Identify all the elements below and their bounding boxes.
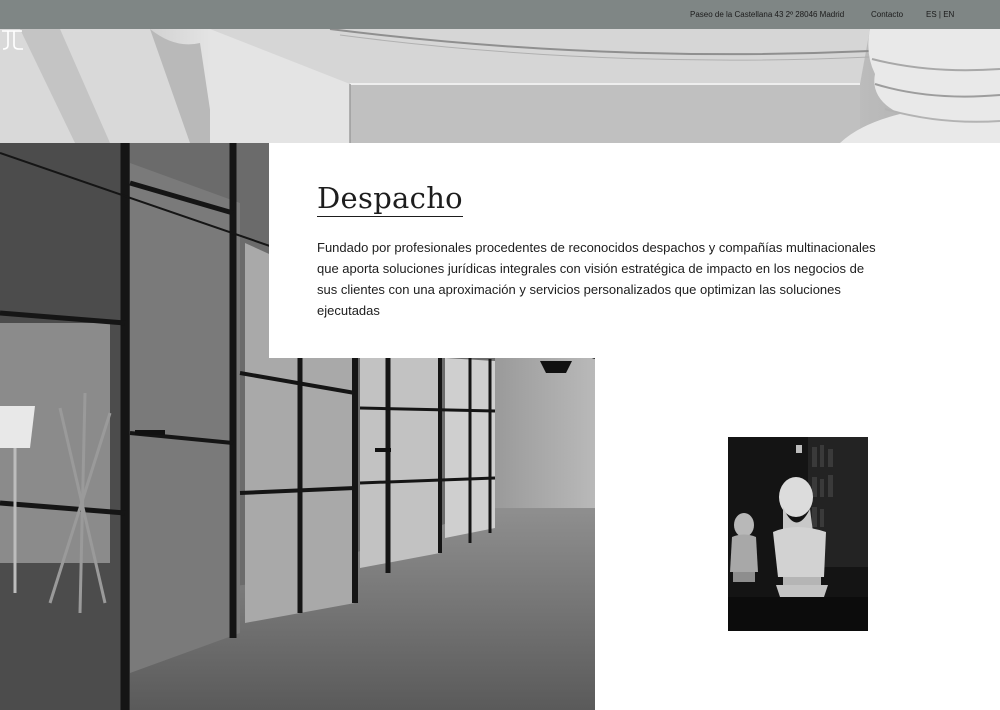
section-description: Fundado por profesionales procedentes de… — [317, 240, 876, 318]
hero-image — [0, 29, 1000, 143]
language-switcher[interactable]: ES | EN — [926, 10, 954, 19]
contact-link[interactable]: Contacto — [871, 10, 903, 19]
address-text: Paseo de la Castellana 43 2º 28046 Madri… — [690, 10, 845, 19]
bust-image — [728, 437, 868, 631]
jl-monogram-icon[interactable] — [0, 29, 24, 51]
despacho-section: Despacho Fundado por profesionales proce… — [269, 143, 1000, 358]
section-title: Despacho — [317, 181, 463, 217]
marble-column-base-image — [0, 29, 1000, 143]
top-bar: Paseo de la Castellana 43 2º 28046 Madri… — [0, 0, 1000, 29]
marble-busts-library-image — [728, 437, 868, 631]
